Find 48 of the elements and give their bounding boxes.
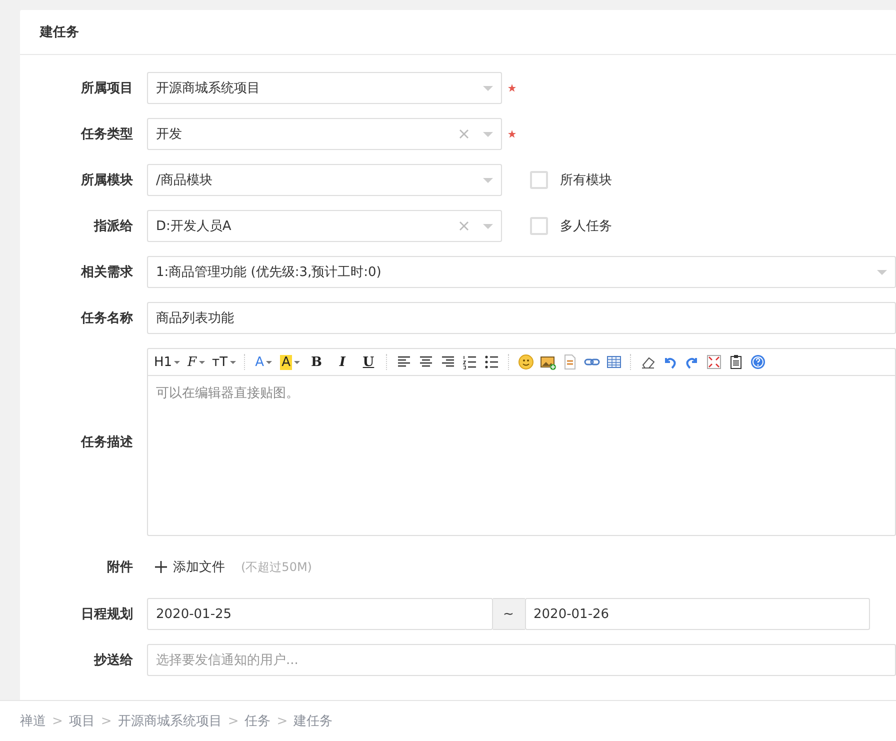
text-field[interactable]: 商品列表功能 — [147, 302, 896, 334]
caret-icon — [877, 270, 887, 274]
field-label: 指派给 — [94, 218, 133, 235]
field-label: 任务类型 — [81, 126, 133, 143]
date-field[interactable]: 2020-01-25 — [147, 598, 492, 630]
field-label: 所属项目 — [81, 80, 133, 97]
smiley-icon[interactable] — [516, 352, 536, 372]
toolbar-button[interactable]: F — [184, 352, 208, 372]
field-label: 任务名称 — [81, 310, 133, 327]
caret-icon — [483, 132, 493, 136]
caret-icon — [483, 224, 493, 228]
toolbar-button[interactable]: I — [330, 352, 354, 372]
checkbox[interactable] — [530, 171, 548, 189]
add-file-button[interactable]: 添加文件 — [147, 558, 225, 576]
checkbox[interactable] — [530, 217, 548, 235]
plus-icon — [155, 561, 167, 573]
toolbar-button[interactable]: A — [278, 352, 302, 372]
toolbar-button[interactable]: A — [252, 352, 276, 372]
range-separator: ~ — [492, 598, 524, 630]
toolbar-button[interactable]: B — [304, 352, 328, 372]
field-label: 附件 — [107, 559, 133, 576]
select-field[interactable]: 开源商城系统项目 — [147, 72, 502, 104]
field-label: 日程规划 — [81, 606, 133, 623]
page-title: 建任务 — [40, 24, 79, 41]
select-field[interactable]: 1:商品管理功能 (优先级:3,预计工时:0) — [147, 256, 896, 288]
editor-placeholder: 可以在编辑器直接贴图。 — [155, 385, 300, 403]
caret-icon — [483, 86, 493, 90]
select-field[interactable]: 开发 — [147, 118, 502, 150]
field-label: 所属模块 — [81, 172, 133, 189]
breadcrumb-separator: > — [100, 714, 112, 728]
checkbox-label: 所有模块 — [560, 172, 612, 189]
rich-text-editor[interactable]: H1 F ᴛT A A B I U 可以在编辑器直接贴图。 — [147, 348, 896, 536]
breadcrumb-current: 建任务 — [294, 713, 333, 730]
select-field[interactable]: D:开发人员A — [147, 210, 502, 242]
toolbar-button[interactable]: U — [356, 352, 380, 372]
checkbox-label: 多人任务 — [560, 218, 612, 235]
breadcrumb-separator: > — [228, 714, 239, 728]
field-label: 相关需求 — [81, 264, 133, 281]
size-limit-hint: (不超过50M) — [241, 558, 312, 576]
field-label: 抄送给 — [94, 652, 133, 669]
toolbar-button[interactable]: H1 — [152, 352, 182, 372]
field-label: 任务描述 — [81, 434, 133, 451]
caret-icon — [483, 178, 493, 182]
breadcrumb-separator: > — [52, 714, 63, 728]
toolbar-button[interactable]: ᴛT — [210, 352, 238, 372]
breadcrumb-separator: > — [276, 714, 288, 728]
date-field[interactable]: 2020-01-26 — [524, 598, 870, 630]
select-field[interactable]: /商品模块 — [147, 164, 502, 196]
